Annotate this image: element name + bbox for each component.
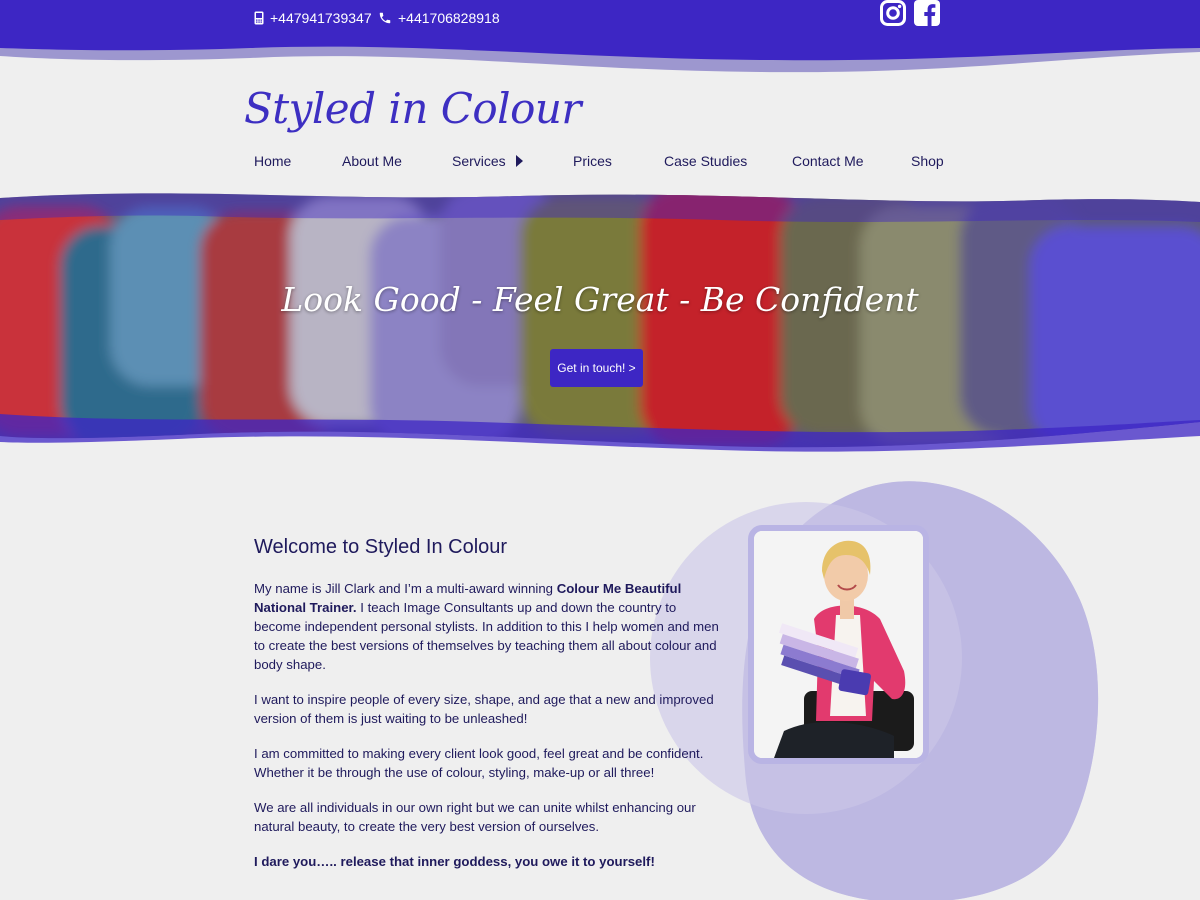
nav-case-studies[interactable]: Case Studies — [664, 153, 747, 169]
top-bar: +447941739347 +441706828918 — [0, 0, 1200, 90]
welcome-paragraph-5: I dare you….. release that inner goddess… — [254, 852, 724, 871]
intro-text: My name is Jill Clark and I’m a multi-aw… — [254, 581, 557, 596]
closing-statement: I dare you….. release that inner goddess… — [254, 854, 655, 869]
welcome-paragraph-1: My name is Jill Clark and I’m a multi-aw… — [254, 579, 724, 674]
nav-home[interactable]: Home — [254, 153, 291, 169]
hero-banner: Look Good - Feel Great - Be Confident Ge… — [0, 186, 1200, 456]
welcome-paragraph-2: I want to inspire people of every size, … — [254, 692, 714, 726]
nav-prices[interactable]: Prices — [573, 153, 612, 169]
portrait-photo — [748, 525, 929, 764]
nav-shop[interactable]: Shop — [911, 153, 944, 169]
welcome-paragraph-3: I am committed to making every client lo… — [254, 746, 704, 780]
phone-icon — [379, 12, 391, 24]
welcome-section: Welcome to Styled In Colour My name is J… — [254, 536, 724, 887]
phone-landline-number: +441706828918 — [398, 10, 500, 26]
welcome-paragraph-4: We are all individuals in our own right … — [254, 800, 696, 834]
main-nav: Home About Me Services Prices Case Studi… — [0, 153, 1200, 173]
nav-about-me[interactable]: About Me — [342, 153, 402, 169]
nav-services[interactable]: Services — [452, 153, 523, 169]
top-bar-wave — [0, 0, 1200, 73]
social-links — [880, 0, 940, 26]
hero-title: Look Good - Feel Great - Be Confident — [281, 280, 919, 319]
instagram-icon[interactable] — [880, 0, 906, 26]
nav-services-label: Services — [452, 153, 506, 169]
welcome-heading: Welcome to Styled In Colour — [254, 536, 508, 558]
get-in-touch-button[interactable]: Get in touch! > — [550, 349, 643, 387]
phone-mobile[interactable]: +447941739347 — [254, 8, 372, 28]
facebook-icon[interactable] — [914, 0, 940, 26]
nav-contact-me[interactable]: Contact Me — [792, 153, 864, 169]
phone-landline[interactable]: +441706828918 — [378, 8, 500, 28]
site-logo[interactable]: Styled in Colour — [244, 84, 582, 133]
hero-background-image — [0, 193, 1200, 452]
mobile-phone-icon — [254, 11, 264, 25]
phone-mobile-number: +447941739347 — [270, 10, 372, 26]
portrait-image — [754, 531, 923, 758]
caret-right-icon — [515, 155, 523, 167]
